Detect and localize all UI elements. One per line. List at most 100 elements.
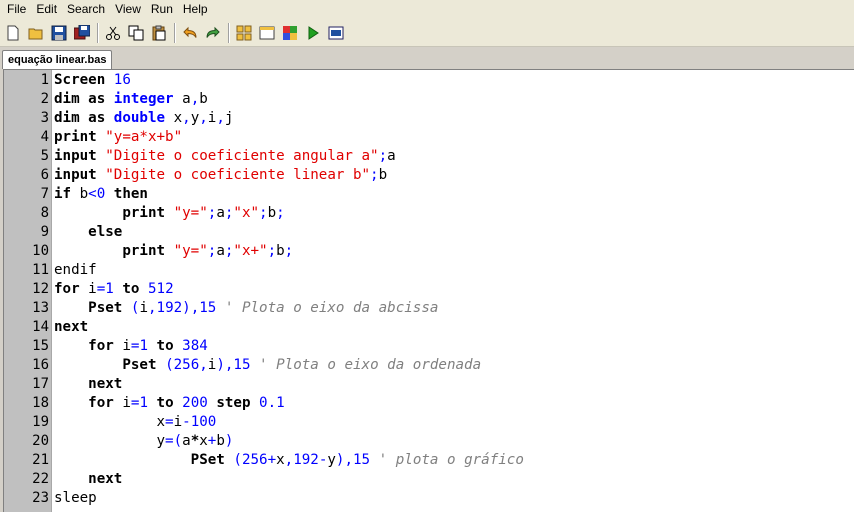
code-line[interactable]: input "Digite o coeficiente linear b";b	[54, 166, 387, 185]
line-number: 7	[40, 186, 49, 202]
terminal-icon[interactable]	[326, 23, 346, 43]
code-line[interactable]: else	[54, 223, 122, 242]
code-line[interactable]: input "Digite o coeficiente angular a";a	[54, 147, 396, 166]
code-token: 15	[353, 452, 371, 468]
code-token: i	[139, 300, 148, 316]
code-token: =(	[165, 433, 183, 449]
menu-file[interactable]: File	[2, 0, 31, 19]
code-token: ),	[182, 300, 200, 316]
code-token: 192	[293, 452, 319, 468]
code-token: b	[216, 433, 225, 449]
code-token: input	[54, 148, 106, 164]
code-area[interactable]: Screen 16 dim as integer a,b dim as double…	[54, 70, 849, 512]
code-line[interactable]: print "y=a*x+b"	[54, 128, 182, 147]
color-palette-icon[interactable]	[280, 23, 300, 43]
code-token: =	[165, 414, 174, 430]
code-line[interactable]: Screen 16	[54, 71, 131, 90]
code-token: 1	[139, 338, 148, 354]
cut-icon[interactable]	[103, 23, 123, 43]
code-line[interactable]: sleep	[54, 489, 97, 508]
code-token: "y="	[173, 243, 208, 259]
code-line[interactable]: endif	[54, 261, 97, 280]
code-line[interactable]: PSet (256+x,192-y),15 ' plota o gráfico	[54, 451, 524, 470]
code-token: ' Plota o eixo da ordenada	[250, 357, 482, 373]
run-icon[interactable]	[303, 23, 323, 43]
menu-view[interactable]: View	[110, 0, 146, 19]
code-token: then	[105, 186, 148, 202]
line-number: 21	[32, 452, 49, 468]
grid-icon[interactable]	[234, 23, 254, 43]
code-token: 0.1	[259, 395, 285, 411]
code-line[interactable]: next	[54, 318, 88, 337]
code-token: sleep	[54, 490, 97, 506]
save-icon[interactable]	[49, 23, 69, 43]
code-line[interactable]: y=(a*x+b)	[54, 432, 234, 451]
menu-run[interactable]: Run	[146, 0, 178, 19]
tab-equacao-linear[interactable]: equação linear.bas	[2, 50, 113, 69]
code-line[interactable]: for i=1 to 384	[54, 337, 208, 356]
code-token: 192	[156, 300, 183, 316]
code-token: ' Plota o eixo da abcissa	[216, 300, 439, 316]
code-line[interactable]: print "y=";a;"x";b;	[54, 204, 284, 223]
code-token: integer	[113, 91, 174, 107]
code-token: ),	[335, 452, 354, 468]
line-number: 22	[32, 471, 49, 487]
paste-icon[interactable]	[149, 23, 169, 43]
code-token: for	[88, 395, 123, 411]
code-line[interactable]: next	[54, 470, 122, 489]
code-line[interactable]: dim as double x,y,i,j	[54, 109, 233, 128]
code-token: )	[224, 433, 234, 449]
menu-bar: File Edit Search View Run Help	[0, 0, 854, 19]
code-token: input	[54, 167, 106, 183]
line-number: 6	[40, 167, 49, 183]
undo-icon[interactable]	[180, 23, 200, 43]
code-token: for	[88, 338, 123, 354]
code-token: ;	[284, 243, 294, 259]
code-editor[interactable]: 1 2 3 4 5 6 7 8 9 10 11 12 13 14 15 16 17 18 19 20 21 22 23 Sc…	[3, 69, 854, 512]
code-token: print	[122, 205, 174, 221]
code-token: Pset	[88, 300, 131, 316]
menu-edit[interactable]: Edit	[31, 0, 62, 19]
code-line[interactable]: for i=1 to 200 step 0.1	[54, 394, 285, 413]
code-line[interactable]: dim as integer a,b	[54, 90, 208, 109]
code-token: a	[387, 148, 396, 164]
code-token: b	[79, 186, 89, 202]
redo-icon[interactable]	[203, 23, 223, 43]
code-token: -	[182, 414, 191, 430]
line-number: 18	[32, 395, 49, 411]
code-line[interactable]: Pset (256,i),15 ' Plota o eixo da ordena…	[54, 356, 481, 375]
code-line[interactable]: Pset (i,192),15 ' Plota o eixo da abciss…	[54, 299, 438, 318]
code-token: +	[267, 452, 277, 468]
code-token: 200	[182, 395, 208, 411]
line-number: 16	[32, 357, 49, 373]
menu-search[interactable]: Search	[62, 0, 110, 19]
code-line[interactable]: if b<0 then	[54, 185, 148, 204]
code-line[interactable]: for i=1 to 512	[54, 280, 174, 299]
code-token: ,	[190, 91, 200, 107]
code-token: 1	[105, 281, 114, 297]
code-token: b	[199, 91, 208, 107]
toolbar-separator	[228, 22, 230, 43]
code-token: i	[173, 414, 183, 430]
line-number: 13	[32, 300, 49, 316]
open-folder-icon[interactable]	[26, 23, 46, 43]
code-line[interactable]: print "y=";a;"x+";b;	[54, 242, 293, 261]
save-all-icon[interactable]	[72, 23, 92, 43]
menu-help[interactable]: Help	[178, 0, 213, 19]
code-token: ,	[199, 110, 208, 126]
code-token: 15	[199, 300, 217, 316]
code-token: Screen	[54, 72, 106, 88]
code-token: <	[88, 186, 97, 202]
line-number: 4	[40, 129, 49, 145]
code-token: dim as	[54, 110, 114, 126]
code-token: ,	[182, 110, 191, 126]
code-line[interactable]: next	[54, 375, 122, 394]
copy-icon[interactable]	[126, 23, 146, 43]
new-file-icon[interactable]	[3, 23, 23, 43]
window-icon[interactable]	[257, 23, 277, 43]
code-line[interactable]: x=i-100	[54, 413, 217, 432]
